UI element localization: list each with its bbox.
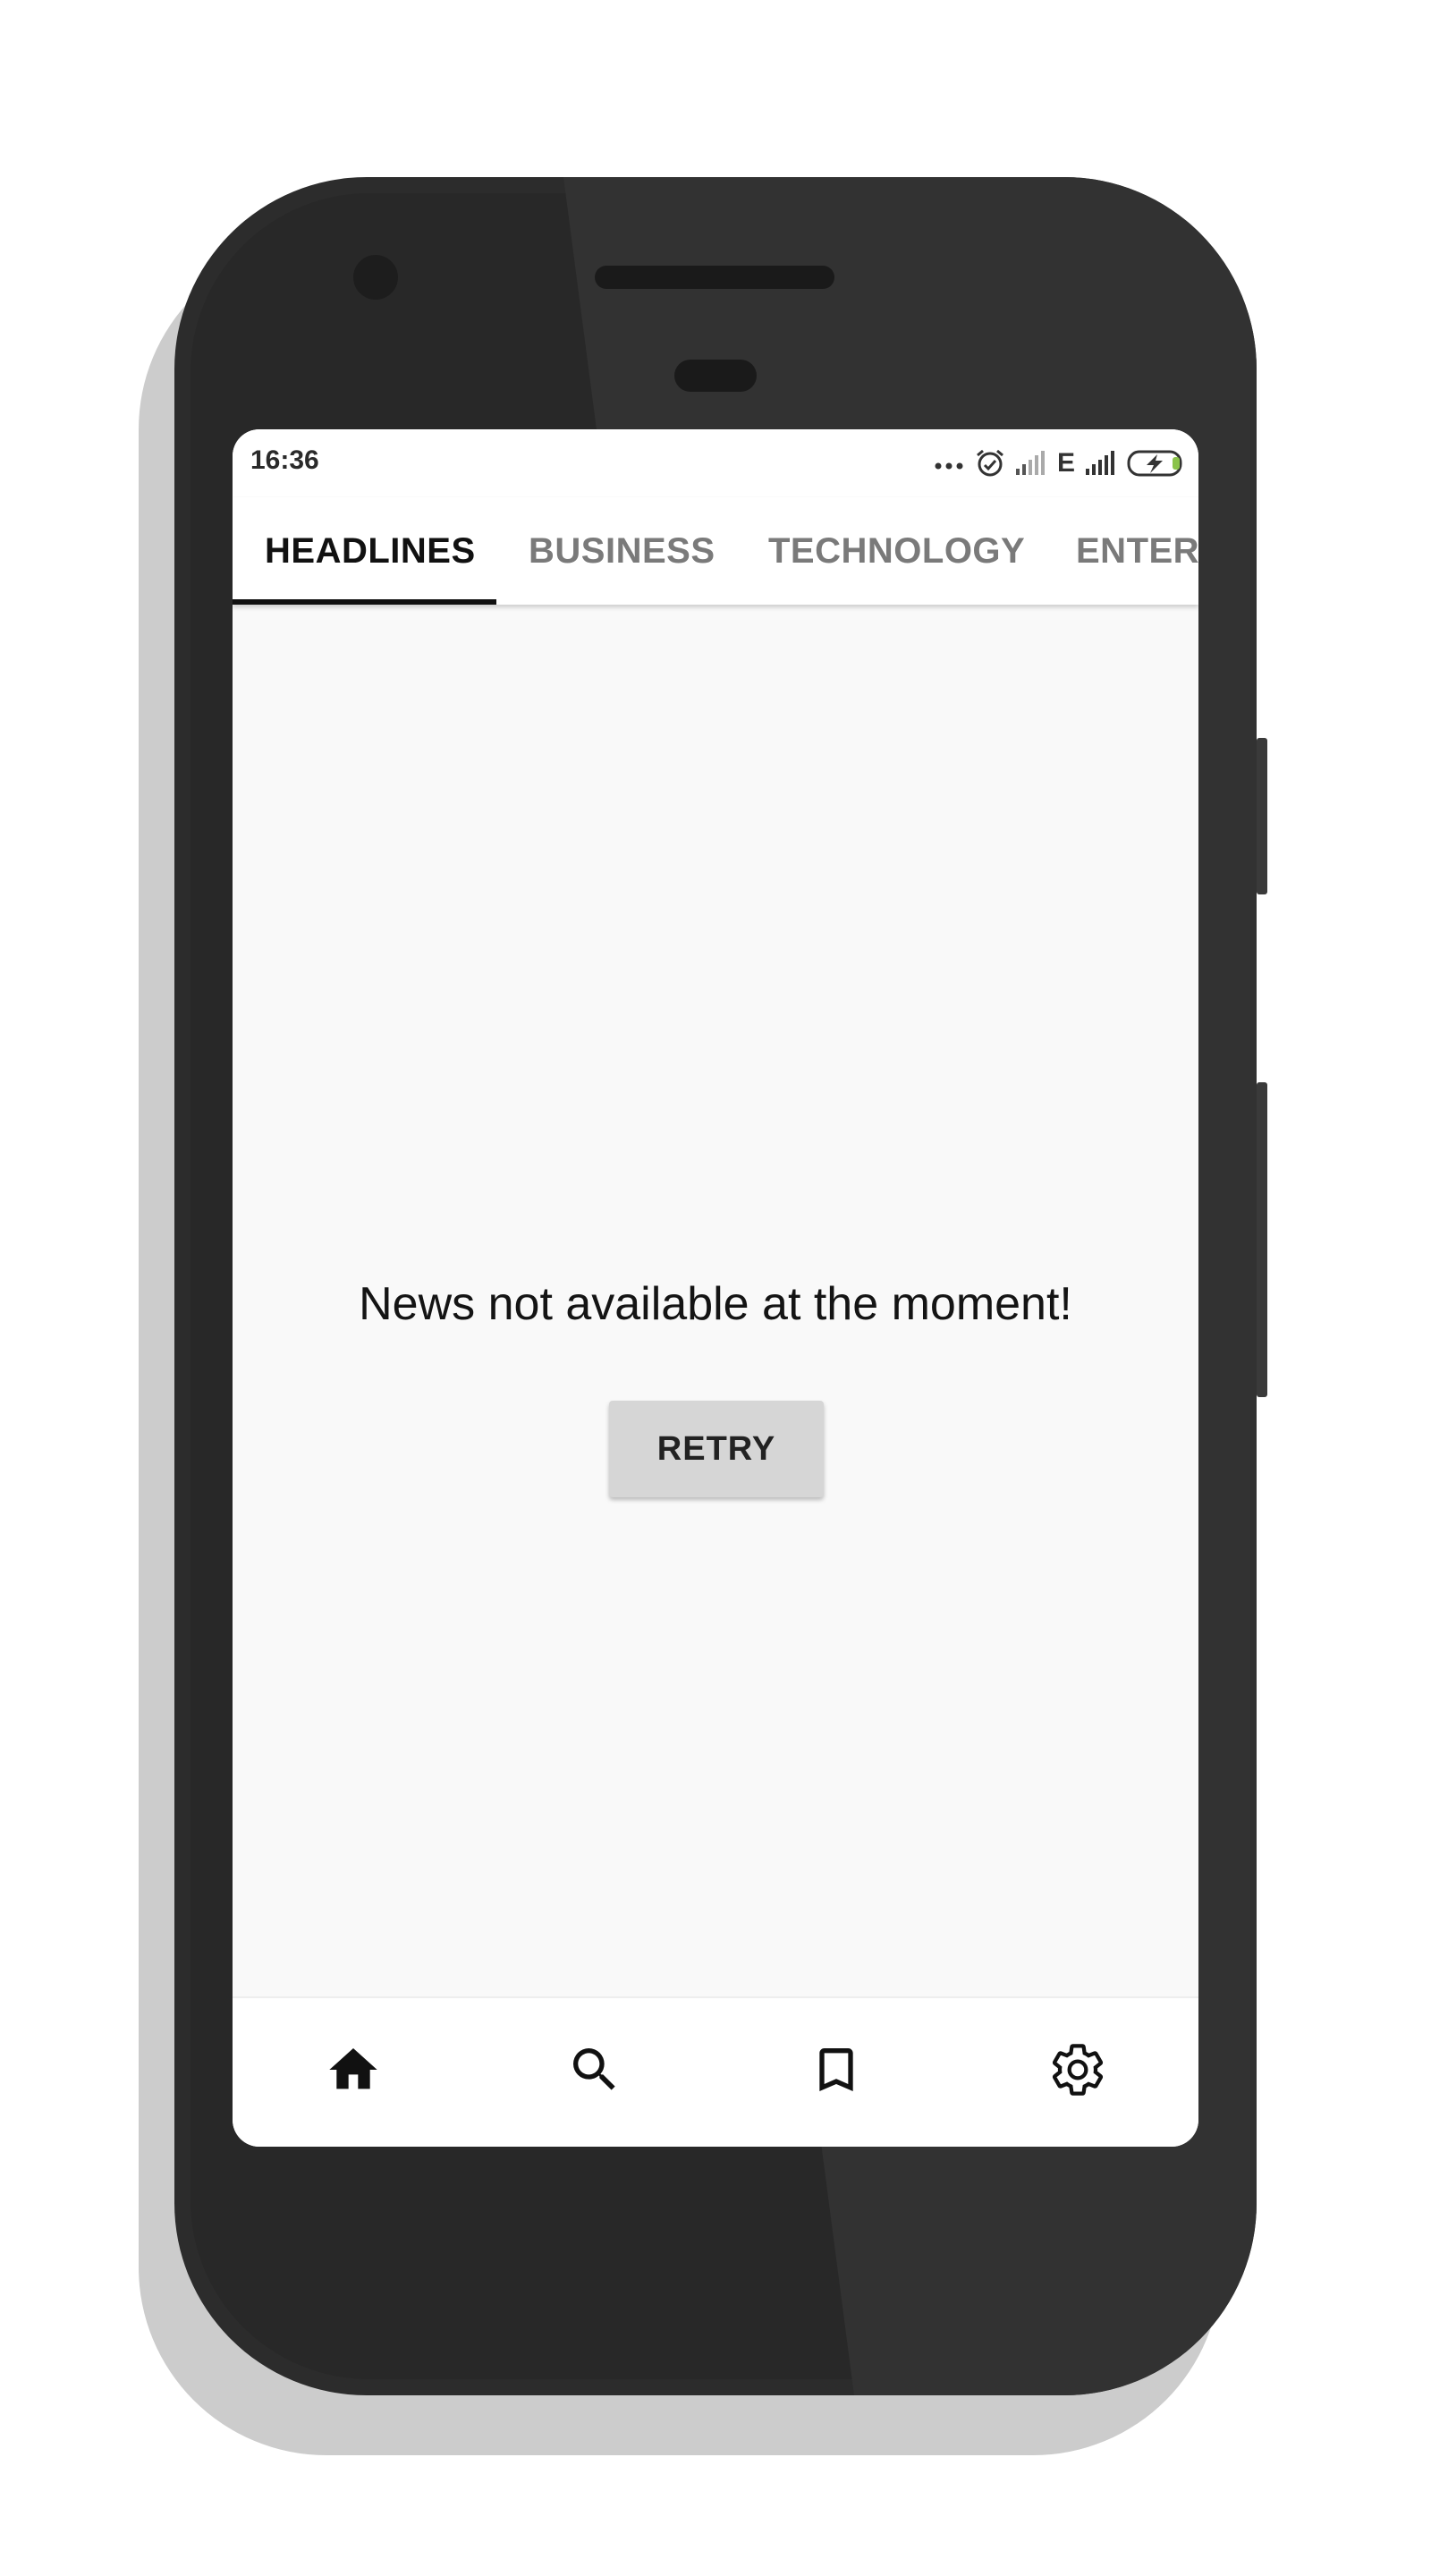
tab-headlines[interactable]: HEADLINES [265,497,476,605]
app-screen: 16:36 E HEADLINES BUSINESS TECHNOLOGY EN… [233,429,1198,2147]
front-camera [353,255,398,300]
status-bar: 16:36 E [233,429,1198,497]
network-type-label: E [1056,448,1075,478]
bookmark-icon [819,2048,853,2091]
home-icon [329,2048,377,2089]
power-button [1257,1082,1267,1397]
battery-charging-icon [1127,450,1182,477]
tab-business[interactable]: BUSINESS [529,497,716,605]
status-icons: E [934,445,1186,481]
search-icon [573,2048,615,2090]
status-time: 16:36 [250,445,319,475]
signal-icon [1086,451,1114,475]
nav-settings[interactable] [1042,2034,1113,2106]
earpiece-speaker [595,266,834,289]
tab-entertainment[interactable]: ENTERT [1076,497,1198,605]
alarm-icon [977,449,1003,477]
proximity-sensor [674,360,757,392]
settings-icon [1052,2044,1104,2096]
retry-button[interactable]: RETRY [609,1401,824,1497]
signal-icon [1015,451,1045,475]
volume-button [1257,738,1267,894]
nav-home[interactable] [318,2034,389,2106]
category-tab-bar: HEADLINES BUSINESS TECHNOLOGY ENTERT [233,497,1198,605]
more-dots-icon [935,462,963,470]
nav-search[interactable] [559,2034,631,2106]
bottom-navigation [233,1996,1198,2147]
tab-technology[interactable]: TECHNOLOGY [768,497,1025,605]
error-message: News not available at the moment! [359,1278,1072,1330]
nav-bookmarks[interactable] [800,2034,872,2106]
device-mockup: 16:36 E HEADLINES BUSINESS TECHNOLOGY EN… [0,0,1431,2576]
